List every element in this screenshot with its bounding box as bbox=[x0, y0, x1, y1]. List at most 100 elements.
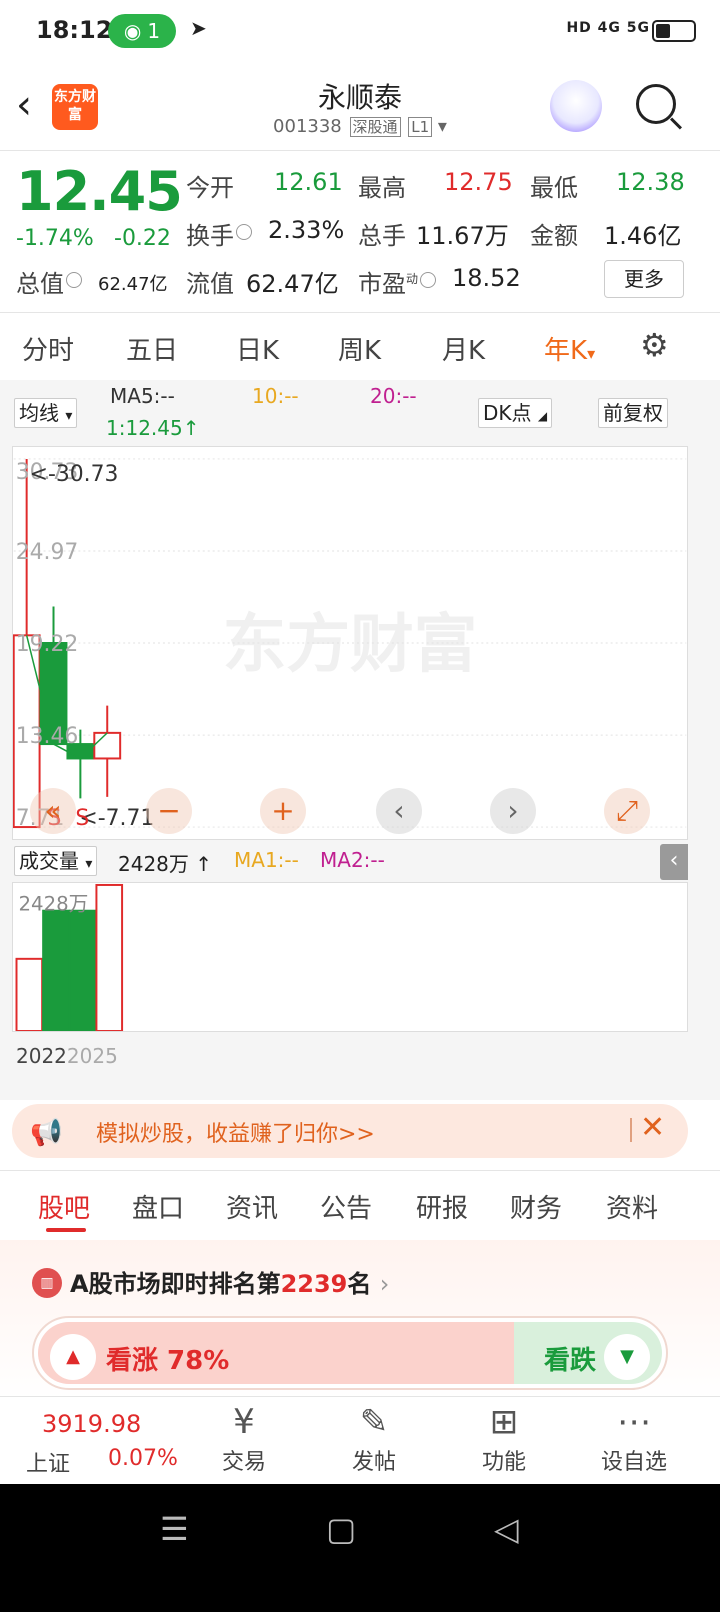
more-icon: ⋯ bbox=[617, 1402, 651, 1442]
tab-announcements[interactable]: 公告 bbox=[320, 1188, 372, 1225]
vol-ma2-label: MA2:-- bbox=[320, 848, 385, 872]
caret-down-icon: ▾ bbox=[587, 344, 596, 363]
indicator-select[interactable]: 均线 ▾ bbox=[14, 398, 78, 428]
post-label: 发帖 bbox=[351, 1450, 396, 1475]
trade-button[interactable]: ¥ 交易 bbox=[194, 1400, 294, 1476]
wifi-icon: ◉ bbox=[123, 19, 142, 43]
yen-icon: ¥ bbox=[233, 1402, 255, 1442]
x-axis-labels: 20222025 bbox=[16, 1044, 118, 1068]
float-value: 62.47亿 bbox=[246, 270, 339, 298]
sentiment-vote: ▲ 看涨 78% 看跌 ▼ bbox=[32, 1316, 668, 1390]
info-icon[interactable] bbox=[420, 272, 437, 288]
tab-orderbook[interactable]: 盘口 bbox=[132, 1188, 184, 1225]
telegram-icon: ➤ bbox=[190, 16, 207, 40]
tab-profile[interactable]: 资料 bbox=[606, 1188, 658, 1225]
current-price: 12.45 bbox=[16, 160, 183, 223]
y-tick-label: 13.46 bbox=[16, 724, 79, 749]
tab-monthly-k[interactable]: 月K bbox=[442, 330, 485, 367]
high-label: 最高 bbox=[358, 174, 406, 202]
volume-bar[interactable] bbox=[42, 909, 70, 1031]
dk-select[interactable]: DK点 ◢ bbox=[478, 398, 553, 428]
adjust-button[interactable]: 前复权 bbox=[598, 398, 668, 428]
collapse-panel-icon[interactable]: ‹ bbox=[660, 844, 688, 880]
gear-icon[interactable]: ⚙ bbox=[640, 326, 669, 364]
tab-yearly-k[interactable]: 年K▾ bbox=[544, 330, 595, 367]
volume-label: 总手 bbox=[358, 222, 406, 250]
divider bbox=[0, 312, 720, 313]
candle-body[interactable] bbox=[93, 731, 122, 760]
volume-value: 2428万 ↑ bbox=[118, 852, 213, 876]
triangle-up-icon[interactable]: ▲ bbox=[50, 1334, 96, 1380]
volume-bar[interactable] bbox=[68, 909, 97, 1031]
index-value[interactable]: 3919.98 bbox=[42, 1410, 141, 1438]
turnover-value: 2.33% bbox=[268, 216, 345, 244]
tab-five-day[interactable]: 五日 bbox=[126, 330, 178, 367]
corner-icon: ◢ bbox=[537, 409, 548, 423]
amount-label: 金额 bbox=[530, 222, 578, 250]
hotspot-count: 1 bbox=[147, 19, 161, 43]
vol-ma1-label: MA1:-- bbox=[234, 848, 299, 872]
triangle-down-icon[interactable]: ▼ bbox=[604, 1334, 650, 1380]
vote-down-bar[interactable]: 看跌 ▼ bbox=[514, 1322, 662, 1384]
open-value: 12.61 bbox=[274, 168, 343, 196]
index-percent[interactable]: 0.07% bbox=[108, 1446, 178, 1471]
tab-research[interactable]: 研报 bbox=[416, 1188, 468, 1225]
turnover-label[interactable]: 换手 bbox=[186, 216, 252, 251]
tab-news[interactable]: 资讯 bbox=[226, 1188, 278, 1225]
stock-name: 永顺泰 bbox=[317, 81, 402, 114]
trade-label: 交易 bbox=[221, 1450, 266, 1475]
system-nav-bar bbox=[0, 1484, 720, 1612]
pe-label[interactable]: 市盈动 bbox=[358, 264, 437, 299]
tab-intraday[interactable]: 分时 bbox=[22, 330, 74, 367]
zoom-in-button[interactable]: + bbox=[260, 788, 306, 834]
index-name[interactable]: 上证 bbox=[26, 1446, 70, 1478]
scroll-right-button[interactable]: › bbox=[490, 788, 536, 834]
search-icon[interactable] bbox=[636, 84, 676, 124]
volume-bar[interactable] bbox=[15, 957, 44, 1031]
divider bbox=[0, 1170, 720, 1171]
tab-finance[interactable]: 财务 bbox=[510, 1188, 562, 1225]
change-amount: -0.22 bbox=[114, 226, 171, 251]
more-button[interactable]: 更多 bbox=[604, 260, 684, 298]
ranking-text[interactable]: A股市场即时排名第2239名 › bbox=[70, 1264, 389, 1299]
volume-indicator-select[interactable]: 成交量 ▾ bbox=[14, 846, 98, 876]
y-tick-label: 19.22 bbox=[16, 632, 79, 657]
functions-button[interactable]: ⊞ 功能 bbox=[454, 1400, 554, 1476]
amount-value: 1.46亿 bbox=[604, 222, 682, 250]
tab-forum[interactable]: 股吧 bbox=[38, 1188, 90, 1225]
candlestick-chart[interactable]: 东方财富 30.7324.9719.2213.467.71<-30.73<-7.… bbox=[12, 446, 688, 840]
add-watchlist-button[interactable]: ⋯ 设自选 bbox=[584, 1400, 684, 1476]
vote-up-label: 看涨 78% bbox=[106, 1346, 230, 1376]
chevron-right-icon: › bbox=[379, 1270, 390, 1298]
tab-weekly-k[interactable]: 周K bbox=[338, 330, 381, 367]
scroll-left-fast-button[interactable]: « bbox=[30, 788, 76, 834]
zoom-out-button[interactable]: − bbox=[146, 788, 192, 834]
info-icon[interactable] bbox=[236, 224, 252, 240]
tab-daily-k[interactable]: 日K bbox=[236, 330, 279, 367]
home-icon[interactable]: ▢ bbox=[326, 1510, 356, 1548]
status-time: 18:12 bbox=[36, 16, 113, 44]
menu-icon[interactable]: ☰ bbox=[160, 1510, 189, 1548]
divider bbox=[0, 150, 720, 151]
ai-robot-icon[interactable] bbox=[550, 80, 602, 132]
scroll-left-button[interactable]: ‹ bbox=[376, 788, 422, 834]
close-icon[interactable]: ✕ bbox=[640, 1110, 665, 1145]
volume-bar[interactable] bbox=[95, 883, 124, 1031]
vote-down-label: 看跌 bbox=[543, 1346, 596, 1376]
back-nav-icon[interactable]: ◁ bbox=[494, 1510, 519, 1548]
info-icon[interactable] bbox=[66, 272, 82, 288]
chevron-down-icon[interactable]: ▾ bbox=[438, 116, 447, 137]
post-button[interactable]: ✎ 发帖 bbox=[324, 1400, 424, 1476]
mktcap-label[interactable]: 总值 bbox=[16, 264, 82, 299]
add-watchlist-label: 设自选 bbox=[600, 1450, 667, 1475]
vote-up-bar[interactable]: ▲ 看涨 78% bbox=[38, 1322, 526, 1384]
stock-code-row[interactable]: 001338 深股通 L1 ▾ bbox=[0, 116, 720, 137]
fullscreen-button[interactable]: ⤢ bbox=[604, 788, 650, 834]
network-indicator: HD 4G 5G bbox=[566, 20, 650, 36]
caret-down-icon: ▾ bbox=[85, 856, 93, 872]
min-marker: <-7.71 bbox=[79, 806, 154, 831]
float-label: 流值 bbox=[186, 270, 234, 298]
volume-chart[interactable]: 2428万 bbox=[12, 882, 688, 1032]
promo-text[interactable]: 模拟炒股，收益赚了归你>> bbox=[96, 1116, 375, 1148]
tag-hk-connect: 深股通 bbox=[349, 117, 401, 137]
